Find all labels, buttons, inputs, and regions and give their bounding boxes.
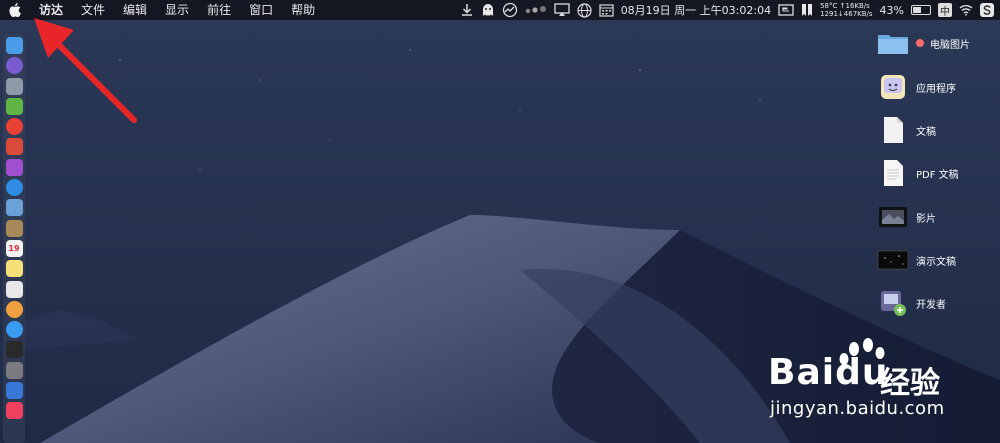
stack-movies[interactable]: 影片	[876, 202, 936, 232]
stack-documents[interactable]: 文稿	[876, 115, 936, 145]
airplay-icon[interactable]	[554, 3, 570, 17]
apple-icon	[9, 3, 21, 17]
siri-icon[interactable]	[5, 57, 23, 75]
download-speed: ↓467KB/s	[837, 10, 873, 18]
input-method-indicator[interactable]: 中	[938, 3, 952, 18]
stack-label-documents: 文稿	[916, 126, 936, 138]
ghost-icon[interactable]	[481, 2, 495, 18]
stack-presentations[interactable]: 演示文稿	[876, 245, 956, 275]
calendar-day: 19	[8, 243, 20, 253]
menu-finder[interactable]: 访达	[30, 0, 72, 20]
finder-icon[interactable]	[5, 37, 23, 54]
music-icon[interactable]	[5, 402, 23, 420]
developer-stack-icon	[876, 288, 910, 318]
menu-file[interactable]: 文件	[72, 0, 114, 20]
battery-percent[interactable]: 43%	[880, 4, 904, 17]
menu-window[interactable]: 窗口	[240, 0, 282, 20]
presentations-stack-icon	[876, 245, 910, 275]
pdf-documents-stack-icon	[876, 158, 910, 188]
menu-help[interactable]: 帮助	[282, 0, 324, 20]
red-tag-dot	[916, 39, 924, 47]
sogou-s-icon[interactable]	[980, 3, 994, 17]
globe-icon[interactable]	[577, 2, 592, 18]
stack-label-developer: 开发者	[916, 299, 946, 311]
photos-icon[interactable]	[5, 300, 23, 318]
stack-label-pictures: 电脑图片	[930, 39, 970, 51]
weekday-text: 周一	[674, 4, 697, 17]
status-menu-area: 08月19日 周一 上午03:02:04 58°C ↑16KB/s 1291↓4…	[460, 0, 994, 20]
screen-capture-icon[interactable]	[778, 4, 794, 16]
textedit-icon[interactable]	[5, 280, 23, 298]
baidu-jingyan-text: 经验	[880, 366, 940, 401]
download-icon[interactable]	[460, 3, 474, 17]
wifi-icon[interactable]	[959, 4, 973, 16]
battery-fill	[913, 7, 921, 13]
stack-applications[interactable]: 应用程序	[876, 72, 956, 102]
apple-menu[interactable]	[0, 3, 30, 17]
menu-go[interactable]: 前往	[198, 0, 240, 20]
dots-icon[interactable]	[525, 5, 547, 15]
system-preferences-icon[interactable]	[5, 361, 23, 379]
chrome-icon[interactable]	[5, 118, 23, 136]
time-text: 上午03:02:04	[699, 4, 772, 17]
stack-pdf[interactable]: PDF 文稿	[876, 158, 959, 188]
messages-icon[interactable]	[5, 321, 23, 339]
clock-date[interactable]: 08月19日 周一 上午03:02:04	[621, 2, 771, 18]
applications-stack-icon	[876, 72, 910, 102]
calendar-icon[interactable]: 19	[5, 239, 23, 257]
movies-stack-icon	[876, 202, 910, 232]
network-monitor-icon[interactable]	[502, 2, 518, 18]
notebook-icon[interactable]	[5, 219, 23, 237]
calendar-status-icon[interactable]	[599, 3, 614, 17]
menu-edit[interactable]: 编辑	[114, 0, 156, 20]
system-monitor[interactable]: 58°C ↑16KB/s 1291↓467KB/s	[820, 2, 872, 18]
app-purple-icon[interactable]	[5, 158, 23, 176]
baidu-url-text: jingyan.baidu.com	[770, 398, 945, 419]
date-text: 08月19日	[620, 4, 671, 17]
dock: 19	[3, 34, 25, 443]
cpu-temp: 58°C	[820, 2, 838, 10]
battery-icon[interactable]	[911, 5, 931, 15]
stack-label-movies: 影片	[916, 213, 936, 225]
safari-icon[interactable]	[5, 179, 23, 197]
android-icon[interactable]	[5, 97, 23, 115]
app-dark-icon[interactable]	[5, 341, 23, 359]
bookmark-app-icon[interactable]	[801, 3, 813, 17]
folder-icon	[876, 28, 910, 58]
menu-view[interactable]: 显示	[156, 0, 198, 20]
stack-label-presentations: 演示文稿	[916, 256, 956, 268]
documents-stack-icon	[876, 115, 910, 145]
notes-icon[interactable]	[5, 260, 23, 278]
stack-developer[interactable]: 开发者	[876, 288, 946, 318]
keynote-icon[interactable]	[5, 382, 23, 400]
stack-pictures[interactable]: 电脑图片	[876, 28, 970, 58]
launchpad-icon[interactable]	[5, 77, 23, 95]
baidu-brand-text: Baidu	[768, 352, 889, 393]
fan-rpm: 1291	[820, 10, 838, 18]
preview-icon[interactable]	[5, 199, 23, 217]
stack-label-pdf: PDF 文稿	[916, 169, 959, 181]
app-red-icon[interactable]	[5, 138, 23, 156]
stack-label-applications: 应用程序	[916, 83, 956, 95]
upload-speed: ↑16KB/s	[839, 2, 870, 10]
menu-bar: 访达 文件 编辑 显示 前往 窗口 帮助 08月19日 周一 上午03:02:0…	[0, 0, 1000, 20]
